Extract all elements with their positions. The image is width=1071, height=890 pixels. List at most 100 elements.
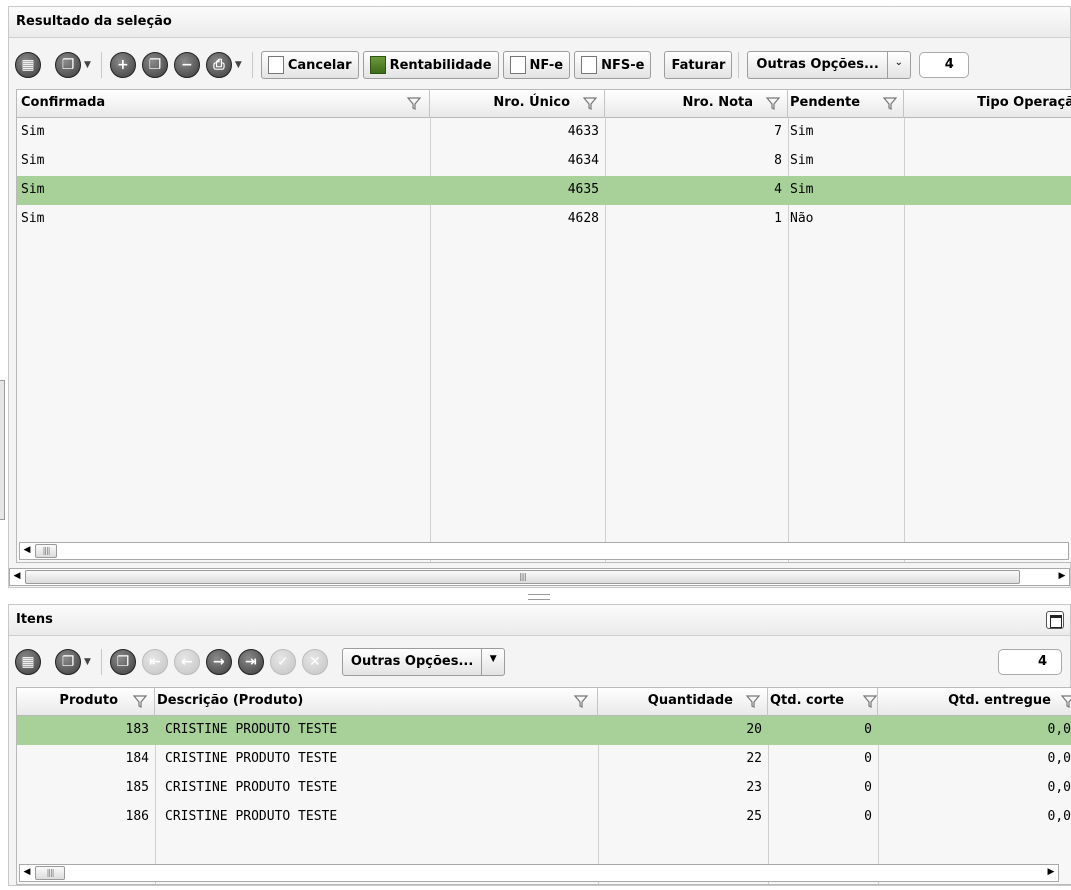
outras-opcoes-label: Outras Opções... bbox=[343, 649, 483, 675]
copy-menu-button[interactable]: ❐ ▼ bbox=[55, 649, 91, 675]
column-header-label: Nro. Único bbox=[493, 95, 570, 110]
table-cell-nro-nota: 1 bbox=[774, 211, 782, 226]
cancelar-label: Cancelar bbox=[287, 57, 352, 73]
filter-icon[interactable] bbox=[132, 693, 148, 709]
toolbar-separator bbox=[100, 52, 102, 78]
filter-icon[interactable] bbox=[582, 95, 598, 111]
maximize-icon[interactable] bbox=[1046, 611, 1064, 629]
duplicate-icon[interactable]: ❐ bbox=[109, 649, 136, 675]
items-grid-horizontal-scrollbar[interactable]: ◀ |||| ▶ bbox=[19, 864, 1059, 882]
table-row[interactable]: 184 CRISTINE PRODUTO TESTE 22 0 0,0 bbox=[17, 745, 1071, 774]
table-cell-tipo bbox=[904, 205, 1071, 234]
grid-view-icon[interactable]: ▦ bbox=[15, 52, 41, 78]
column-header-label: Qtd. entregue bbox=[948, 693, 1051, 708]
table-row[interactable]: Sim 4635 4 Sim bbox=[17, 176, 1071, 205]
scroll-left-arrow[interactable]: ◀ bbox=[20, 865, 34, 881]
outras-opcoes-dropdown[interactable]: Outras Opções... ⌄ bbox=[747, 51, 911, 79]
duplicate-icon[interactable]: ❐ bbox=[141, 52, 168, 78]
table-cell-descricao: CRISTINE PRODUTO TESTE bbox=[165, 722, 338, 737]
result-toolbar: ▦ ❐ ▼ + ❐ − ⎙ ▼ Cancelar Rentabilidade NF-… bbox=[9, 41, 1070, 89]
cancel-icon[interactable]: ✕ bbox=[301, 649, 328, 675]
grid-view-icon[interactable]: ▦ bbox=[15, 649, 41, 675]
filter-icon[interactable] bbox=[745, 693, 761, 709]
panel-horizontal-scrollbar[interactable]: ◀ |||| ▶ bbox=[9, 568, 1070, 586]
table-row[interactable]: Sim 4633 7 Sim bbox=[17, 118, 1071, 147]
table-row[interactable]: 186 CRISTINE PRODUTO TESTE 25 0 0,0 bbox=[17, 803, 1071, 832]
filter-icon[interactable] bbox=[862, 693, 877, 709]
column-header-quantidade[interactable]: Quantidade bbox=[598, 688, 768, 716]
filter-icon[interactable] bbox=[1060, 693, 1071, 709]
spreadsheet-icon bbox=[369, 56, 386, 74]
copy-menu-button[interactable]: ❐ ▼ bbox=[55, 52, 91, 78]
table-cell-quantidade: 22 bbox=[746, 751, 762, 766]
table-row[interactable]: Sim 4628 1 Não bbox=[17, 205, 1071, 234]
remove-icon[interactable]: − bbox=[173, 52, 200, 78]
first-record-icon[interactable]: ⇤ bbox=[141, 649, 168, 675]
scroll-thumb[interactable]: |||| bbox=[25, 570, 1020, 584]
column-header-nro-unico[interactable]: Nro. Único bbox=[430, 90, 605, 118]
panel-splitter-handle[interactable] bbox=[528, 594, 550, 600]
scroll-left-arrow[interactable]: ◀ bbox=[20, 543, 34, 559]
column-header-pendente[interactable]: Pendente bbox=[788, 90, 904, 118]
scroll-left-arrow[interactable]: ◀ bbox=[10, 569, 24, 585]
column-header-tipo-operacao[interactable]: Tipo Operaçã bbox=[904, 90, 1071, 118]
table-cell-quantidade: 25 bbox=[746, 809, 762, 824]
table-cell-nro-unico: 4628 bbox=[567, 211, 599, 226]
column-header-confirmada[interactable]: Confirmada bbox=[17, 90, 430, 118]
side-collapse-handle[interactable] bbox=[0, 380, 5, 520]
confirm-icon[interactable]: ✓ bbox=[269, 649, 296, 675]
chevron-down-icon: ▼ bbox=[84, 657, 91, 667]
scroll-right-arrow[interactable]: ▶ bbox=[1055, 569, 1069, 585]
nfe-button[interactable]: NF-e bbox=[502, 51, 571, 79]
scroll-thumb[interactable]: |||| bbox=[35, 866, 65, 880]
column-header-label: Pendente bbox=[790, 95, 861, 110]
result-grid-header: Confirmada Nro. Único Nro. Nota Pendente… bbox=[17, 90, 1071, 118]
last-record-icon[interactable]: ⇥ bbox=[237, 649, 264, 675]
column-header-label: Confirmada bbox=[21, 95, 106, 110]
column-header-descricao[interactable]: Descrição (Produto) bbox=[155, 688, 598, 716]
table-cell-qtd-corte: 0 bbox=[864, 780, 872, 795]
chevron-down-icon[interactable]: ▼ bbox=[482, 649, 504, 675]
rentabilidade-button[interactable]: Rentabilidade bbox=[362, 51, 499, 79]
next-record-icon[interactable]: → bbox=[205, 649, 232, 675]
table-cell-confirmada: Sim bbox=[21, 211, 45, 226]
previous-record-icon[interactable]: ← bbox=[173, 649, 200, 675]
column-header-produto[interactable]: Produto bbox=[17, 688, 155, 716]
chevron-down-icon: ▼ bbox=[84, 60, 91, 70]
result-grid-horizontal-scrollbar[interactable]: ◀ |||| bbox=[19, 542, 1069, 560]
column-header-qtd-corte[interactable]: Qtd. corte bbox=[768, 688, 878, 716]
nfe-label: NF-e bbox=[529, 57, 564, 73]
column-header-qtd-entregue[interactable]: Qtd. entregue bbox=[878, 688, 1071, 716]
table-cell-descricao: CRISTINE PRODUTO TESTE bbox=[165, 780, 338, 795]
record-count: 4 bbox=[918, 52, 969, 78]
column-header-nro-nota[interactable]: Nro. Nota bbox=[605, 90, 788, 118]
table-row[interactable]: 183 CRISTINE PRODUTO TESTE 20 0 0,0 bbox=[17, 716, 1071, 745]
outras-opcoes-label: Outras Opções... bbox=[748, 52, 888, 78]
filter-icon[interactable] bbox=[882, 95, 898, 111]
nfse-button[interactable]: NFS-e bbox=[574, 51, 652, 79]
scroll-right-arrow[interactable]: ▶ bbox=[1044, 865, 1058, 881]
table-row[interactable]: Sim 4634 8 Sim bbox=[17, 147, 1071, 176]
filter-icon[interactable] bbox=[406, 95, 422, 111]
column-header-label: Produto bbox=[59, 693, 118, 708]
table-cell-qtd-entregue: 0,0 bbox=[1047, 809, 1071, 824]
faturar-button[interactable]: Faturar bbox=[664, 51, 733, 79]
chevron-down-icon: ▼ bbox=[234, 60, 242, 70]
table-row[interactable]: 185 CRISTINE PRODUTO TESTE 23 0 0,0 bbox=[17, 774, 1071, 803]
table-cell-pendente: Não bbox=[790, 211, 814, 226]
result-grid: Confirmada Nro. Único Nro. Nota Pendente… bbox=[16, 89, 1071, 563]
table-cell-nro-nota: 4 bbox=[774, 182, 782, 197]
column-header-label: Qtd. corte bbox=[770, 693, 845, 708]
print-menu-button[interactable]: ⎙ ▼ bbox=[205, 52, 242, 78]
cancelar-button[interactable]: Cancelar bbox=[260, 51, 359, 79]
filter-icon[interactable] bbox=[765, 95, 781, 111]
chevron-down-icon[interactable]: ⌄ bbox=[888, 52, 910, 78]
toolbar-separator bbox=[251, 52, 253, 78]
document-icon: ❐ bbox=[55, 649, 81, 675]
add-icon[interactable]: + bbox=[109, 52, 136, 78]
filter-icon[interactable] bbox=[573, 693, 589, 709]
scroll-thumb[interactable]: |||| bbox=[35, 544, 57, 558]
items-outras-opcoes-dropdown[interactable]: Outras Opções... ▼ bbox=[341, 648, 506, 676]
print-icon: ⎙ bbox=[205, 52, 232, 78]
e-doc-icon bbox=[509, 56, 526, 74]
